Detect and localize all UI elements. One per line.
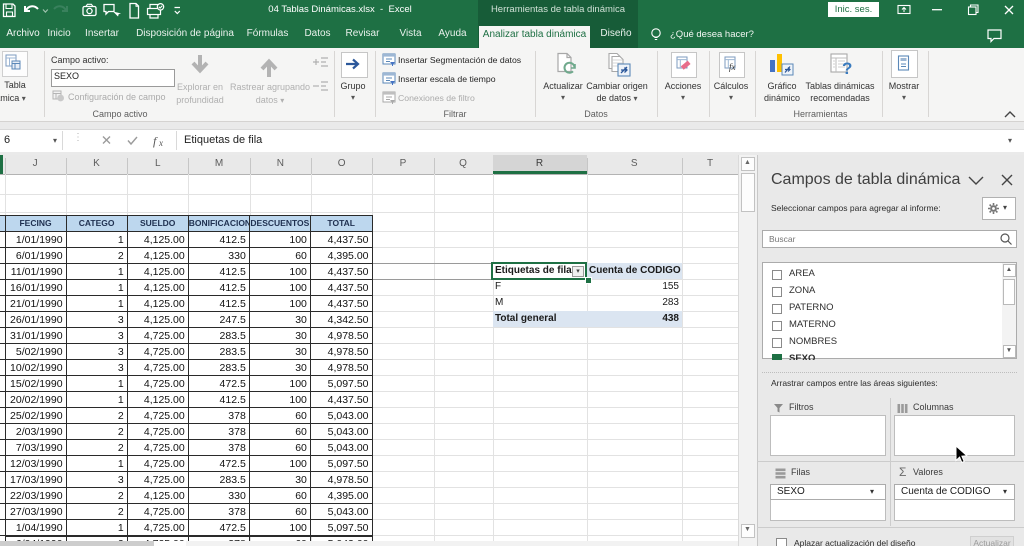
- svg-text:f: f: [153, 134, 158, 148]
- svg-text:fx: fx: [729, 62, 736, 72]
- svg-text:x: x: [158, 138, 163, 148]
- svg-text:?: ?: [842, 59, 852, 78]
